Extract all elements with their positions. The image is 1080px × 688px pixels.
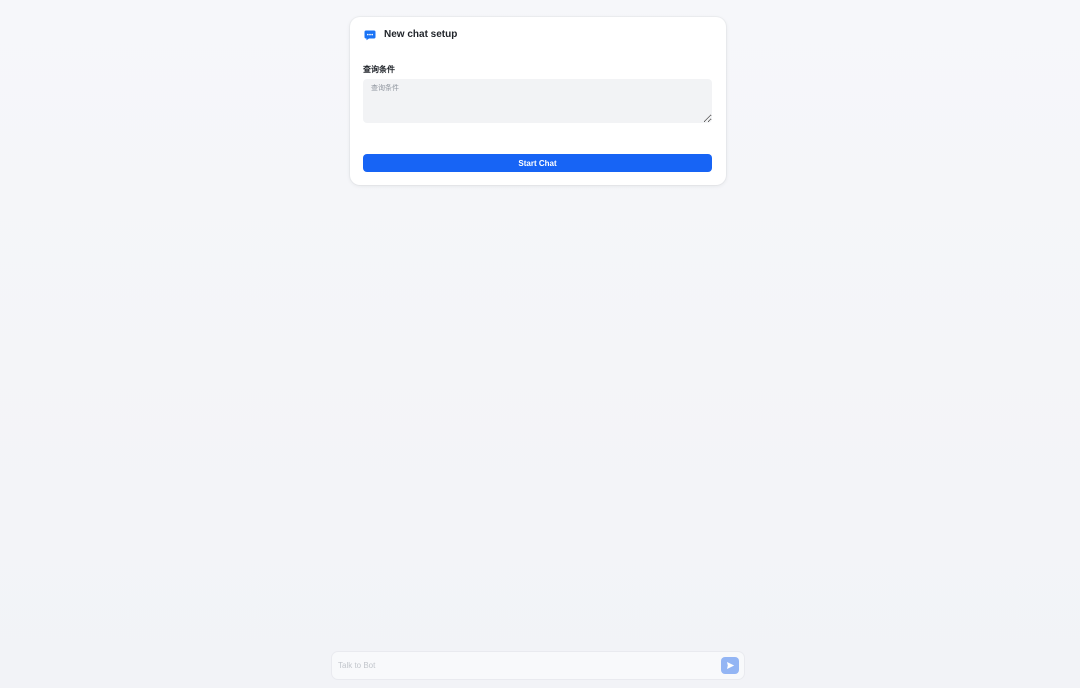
message-input[interactable] [338, 658, 708, 673]
chat-setup-card: New chat setup 查询条件 Start Chat [350, 17, 726, 185]
card-title: New chat setup [384, 29, 458, 40]
query-condition-label: 查询条件 [363, 65, 395, 74]
start-chat-button[interactable]: Start Chat [363, 154, 712, 172]
chat-setup-page: New chat setup 查询条件 Start Chat [0, 0, 1080, 688]
query-condition-textarea[interactable] [363, 79, 712, 123]
chat-bubble-icon [364, 29, 376, 41]
message-composer [332, 652, 744, 679]
send-icon [726, 658, 735, 673]
send-button[interactable] [721, 657, 739, 674]
card-header: New chat setup [364, 27, 457, 43]
